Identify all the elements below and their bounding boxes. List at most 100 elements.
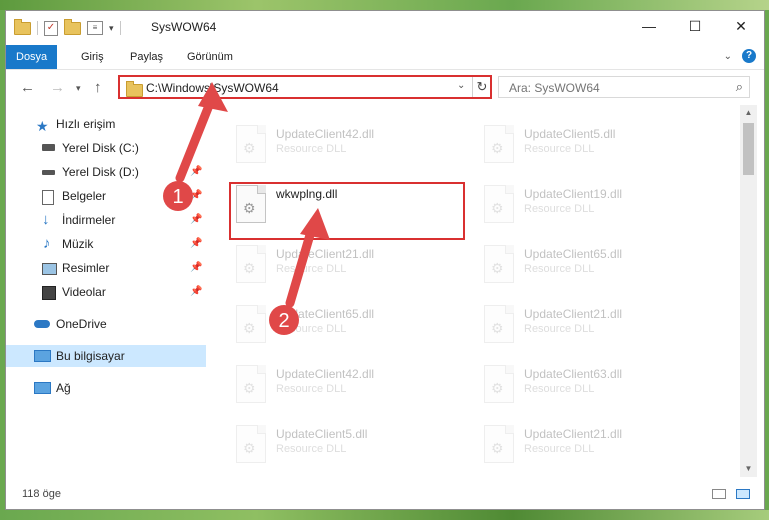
sidebar-item-downloads[interactable]: ↓ İndirmeler 📌 bbox=[6, 209, 206, 231]
dll-file-icon: ⚙ bbox=[236, 245, 266, 283]
sidebar-item-label: Yerel Disk (C:) bbox=[62, 141, 139, 155]
desktop-background bbox=[0, 0, 769, 10]
help-icon[interactable]: ? bbox=[742, 49, 756, 63]
dll-file-icon: ⚙ bbox=[236, 365, 266, 403]
desktop-background-bottom bbox=[0, 510, 769, 520]
address-text[interactable]: C:\Windows\SysWOW64 bbox=[146, 81, 279, 95]
refresh-icon[interactable]: ↻ bbox=[472, 77, 491, 97]
recent-locations-icon[interactable]: ▾ bbox=[76, 83, 81, 94]
properties-check-icon[interactable]: ✓ bbox=[44, 20, 58, 36]
sidebar-item-documents[interactable]: Belgeler 📌 bbox=[6, 185, 206, 207]
sidebar-item-onedrive[interactable]: OneDrive bbox=[6, 313, 206, 335]
file-name: UpdateClient63.dll bbox=[524, 367, 623, 381]
vertical-scrollbar[interactable]: ▲ ▼ bbox=[740, 105, 757, 477]
sidebar-item-label: OneDrive bbox=[56, 317, 107, 331]
up-arrow-icon[interactable]: ↑ bbox=[94, 79, 102, 96]
pin-icon[interactable]: 📌 bbox=[190, 209, 202, 231]
tab-gorunum[interactable]: Görünüm bbox=[187, 45, 233, 69]
file-tile[interactable]: ⚙ UpdateClient5.dll Resource DLL bbox=[206, 417, 436, 467]
file-tile[interactable]: ⚙ UpdateClient65.dll Resource DLL bbox=[454, 237, 684, 287]
pin-icon[interactable]: 📌 bbox=[190, 281, 202, 303]
dll-file-icon: ⚙ bbox=[236, 305, 266, 343]
new-folder-icon[interactable] bbox=[64, 18, 81, 35]
ribbon-right: ⌄ ? bbox=[724, 49, 756, 63]
sidebar-item-videos[interactable]: Videolar 📌 bbox=[6, 281, 206, 303]
video-icon bbox=[42, 286, 56, 300]
dll-file-icon: ⚙ bbox=[484, 185, 514, 223]
file-tile[interactable]: ⚙ UpdateClient65.dll Resource DLL bbox=[206, 297, 436, 347]
dll-file-icon: ⚙ bbox=[484, 425, 514, 463]
expand-ribbon-icon[interactable]: ⌄ bbox=[724, 51, 732, 62]
file-type: Resource DLL bbox=[524, 323, 595, 335]
file-tile[interactable]: ⚙ UpdateClient19.dll Resource DLL bbox=[454, 177, 684, 227]
search-box[interactable]: ⌕ bbox=[498, 76, 750, 98]
explorer-window: ✓ ≡ ▾ SysWOW64 — ☐ ✕ Dosya Giriş Paylaş … bbox=[5, 10, 765, 510]
details-view-icon[interactable] bbox=[712, 489, 726, 499]
navigation-bar: ← → ▾ ↑ C:\Windows\SysWOW64 ⌄ ↻ ⌕ bbox=[6, 69, 764, 106]
drive-icon bbox=[42, 144, 55, 151]
computer-icon bbox=[34, 350, 51, 362]
minimize-button[interactable]: — bbox=[626, 11, 672, 41]
sidebar-item-network[interactable]: Ağ bbox=[6, 377, 206, 399]
sidebar-item-label: Bu bilgisayar bbox=[56, 349, 125, 363]
window-title: SysWOW64 bbox=[151, 20, 217, 34]
file-type: Resource DLL bbox=[276, 263, 347, 275]
search-input[interactable] bbox=[507, 80, 721, 96]
sidebar-item-quick-access[interactable]: ★ Hızlı erişim bbox=[6, 113, 206, 135]
chevron-down-icon[interactable]: ▾ bbox=[109, 23, 114, 34]
scroll-down-icon[interactable]: ▼ bbox=[740, 461, 757, 477]
file-name: UpdateClient19.dll bbox=[524, 187, 623, 201]
file-tile[interactable]: ⚙ UpdateClient5.dll Resource DLL bbox=[454, 117, 684, 167]
documents-icon bbox=[42, 190, 54, 205]
sidebar-item-this-pc[interactable]: Bu bilgisayar bbox=[6, 345, 206, 367]
file-highlight-box bbox=[229, 182, 465, 240]
tiles-view-icon[interactable] bbox=[736, 489, 750, 499]
maximize-button[interactable]: ☐ bbox=[672, 11, 718, 41]
back-arrow-icon[interactable]: ← bbox=[20, 79, 35, 96]
quick-access-toolbar: ✓ ≡ ▾ bbox=[14, 18, 121, 37]
chevron-down-icon[interactable]: ⌄ bbox=[457, 80, 465, 91]
forward-arrow-icon[interactable]: → bbox=[50, 79, 65, 96]
scroll-up-icon[interactable]: ▲ bbox=[740, 105, 757, 121]
tab-giris[interactable]: Giriş bbox=[81, 45, 104, 69]
file-type: Resource DLL bbox=[524, 263, 595, 275]
navigation-pane: ★ Hızlı erişim Yerel Disk (C:) Yerel Dis… bbox=[6, 105, 206, 477]
music-icon: ♪ bbox=[43, 235, 51, 252]
customize-toolbar-icon[interactable]: ≡ bbox=[87, 21, 103, 35]
pin-icon[interactable]: 📌 bbox=[190, 257, 202, 279]
file-tile[interactable]: ⚙ UpdateClient21.dll Resource DLL bbox=[206, 237, 436, 287]
file-tile[interactable]: ⚙ UpdateClient21.dll Resource DLL bbox=[454, 297, 684, 347]
dll-file-icon: ⚙ bbox=[236, 125, 266, 163]
file-type: Resource DLL bbox=[524, 203, 595, 215]
file-type: Resource DLL bbox=[276, 143, 347, 155]
file-name: UpdateClient65.dll bbox=[524, 247, 623, 261]
file-tile[interactable]: ⚙ UpdateClient42.dll Resource DLL bbox=[206, 357, 436, 407]
file-tile[interactable]: ⚙ UpdateClient21.dll Resource DLL bbox=[454, 417, 684, 467]
file-tile[interactable]: ⚙ UpdateClient42.dll Resource DLL bbox=[206, 117, 436, 167]
sidebar-item-music[interactable]: ♪ Müzik 📌 bbox=[6, 233, 206, 255]
tab-paylas[interactable]: Paylaş bbox=[130, 45, 163, 69]
pin-icon[interactable]: 📌 bbox=[190, 233, 202, 255]
file-type: Resource DLL bbox=[276, 383, 347, 395]
address-bar[interactable]: C:\Windows\SysWOW64 ⌄ ↻ bbox=[118, 75, 492, 99]
dll-file-icon: ⚙ bbox=[236, 425, 266, 463]
file-tile[interactable]: ⚙ UpdateClient63.dll Resource DLL bbox=[454, 357, 684, 407]
item-count: 118 öge bbox=[22, 488, 61, 500]
sidebar-item-pictures[interactable]: Resimler 📌 bbox=[6, 257, 206, 279]
file-type: Resource DLL bbox=[524, 443, 595, 455]
sidebar-item-disk-c[interactable]: Yerel Disk (C:) bbox=[6, 137, 206, 159]
file-name: UpdateClient21.dll bbox=[524, 427, 623, 441]
status-bar: 118 öge bbox=[6, 477, 764, 509]
tab-dosya[interactable]: Dosya bbox=[6, 45, 58, 69]
sidebar-item-label: Videolar bbox=[62, 285, 106, 299]
ribbon-tabs: Dosya Giriş Paylaş Görünüm ⌄ ? bbox=[6, 45, 764, 69]
divider bbox=[37, 21, 38, 35]
sidebar-item-disk-d[interactable]: Yerel Disk (D:) 📌 bbox=[6, 161, 206, 183]
download-icon: ↓ bbox=[42, 211, 50, 228]
scrollbar-thumb[interactable] bbox=[743, 123, 754, 175]
pin-icon[interactable]: 📌 bbox=[190, 161, 202, 183]
pin-icon[interactable]: 📌 bbox=[190, 185, 202, 207]
dll-file-icon: ⚙ bbox=[484, 245, 514, 283]
search-icon[interactable]: ⌕ bbox=[736, 79, 743, 95]
close-button[interactable]: ✕ bbox=[718, 11, 764, 41]
